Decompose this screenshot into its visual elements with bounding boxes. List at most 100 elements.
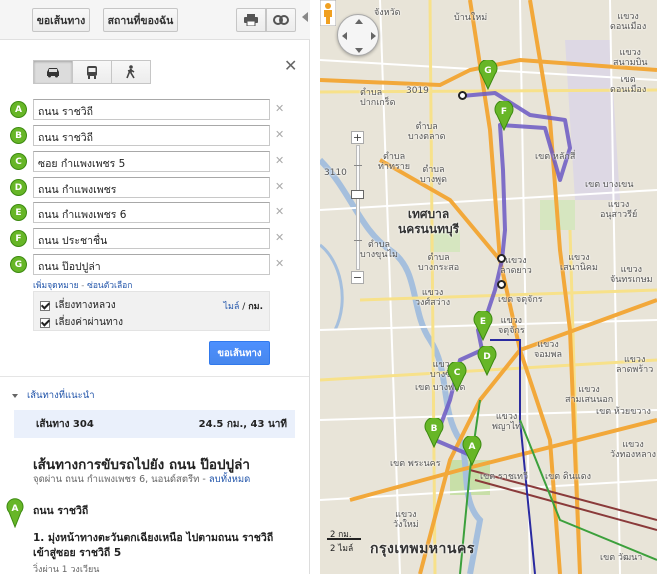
map-road-number: 3019: [406, 86, 429, 96]
link-icon: [273, 15, 289, 25]
print-button[interactable]: [236, 8, 266, 32]
collapse-panel-arrow-icon[interactable]: [302, 12, 308, 22]
unit-km-label: กม.: [248, 302, 263, 312]
remove-all-link[interactable]: ลบทั้งหมด: [209, 474, 250, 485]
walk-icon: [126, 65, 135, 79]
map-label: แขวง จันทรเกษม: [610, 265, 653, 285]
avoid-tolls-checkbox[interactable]: [40, 317, 50, 328]
waypoint-marker-icon[interactable]: A: [10, 101, 27, 118]
unit-miles-link[interactable]: ไมล์: [223, 302, 239, 312]
scale-mi: 2 ไมล์: [330, 544, 354, 554]
pin-letter: E: [480, 317, 486, 327]
remove-waypoint-icon[interactable]: ✕: [275, 154, 284, 167]
remove-waypoint-icon[interactable]: ✕: [275, 257, 284, 270]
zoom-slider-track[interactable]: [356, 145, 360, 270]
directions-panel: ขอเส้นทาง สถานที่ของฉัน ✕ A ถนน ราชวิถี …: [0, 0, 310, 574]
route-option[interactable]: เส้นทาง 304 24.5 กม., 43 นาที: [14, 410, 295, 438]
travel-mode-group: [33, 60, 151, 84]
car-icon: [47, 67, 59, 77]
via-point-handle[interactable]: [458, 91, 467, 100]
map-label: แขวง พญาไท: [492, 412, 522, 432]
top-toolbar: ขอเส้นทาง สถานที่ของฉัน: [0, 0, 310, 40]
get-directions-button[interactable]: ขอเส้นทาง: [209, 341, 270, 365]
via-point-handle[interactable]: [497, 254, 506, 263]
waypoint-row: E ถนน กำแพงเพชร 6 ✕: [10, 202, 290, 224]
map-pin-c-icon[interactable]: C: [447, 362, 467, 392]
map-label: ตำบล: [360, 88, 383, 98]
map-label: เขต ดอนเมือง: [610, 75, 647, 95]
suggested-routes-label: เส้นทางที่แนะนำ: [27, 390, 95, 401]
map-label: แขวง ดอนเมือง: [610, 12, 647, 32]
canal: [320, 243, 344, 331]
avoid-tolls-option[interactable]: เลี่ยงค่าผ่านทาง: [40, 315, 123, 330]
pin-letter: G: [484, 66, 491, 76]
zoom-in-button[interactable]: +: [351, 131, 364, 144]
waypoint-marker-icon[interactable]: C: [10, 153, 27, 170]
waypoint-input[interactable]: ถนน ป๊อปปูล่า: [33, 254, 270, 275]
link-button[interactable]: [266, 8, 296, 32]
panel-scrollbar[interactable]: [309, 40, 310, 574]
map-label: เขต หลักสี่: [535, 152, 576, 162]
waypoint-input[interactable]: ถนน ราชวิถี: [33, 99, 270, 120]
waypoint-marker-icon[interactable]: B: [10, 127, 27, 144]
remove-waypoint-icon[interactable]: ✕: [275, 231, 284, 244]
waypoint-input[interactable]: ซอย กำแพงเพชร 5: [33, 151, 270, 172]
avoid-highways-checkbox[interactable]: [40, 300, 50, 311]
map-pin-g-icon[interactable]: G: [478, 60, 498, 90]
expand-triangle-icon: [12, 393, 18, 398]
zoom-slider-handle[interactable]: [351, 190, 364, 199]
street-view-pegman-icon[interactable]: [320, 0, 336, 26]
map-label: แขวง จอมพล: [534, 340, 563, 360]
avoid-highways-label: เลี่ยงทางหลวง: [55, 300, 116, 311]
pin-letter: D: [483, 352, 490, 362]
remove-waypoint-icon[interactable]: ✕: [275, 102, 284, 115]
map-view[interactable]: จังหวัด บ้านใหม่ ตำบล ปากเกร็ด 3019 ตำบล…: [320, 0, 657, 574]
via-point-handle[interactable]: [497, 280, 506, 289]
map-label: แขวง สามเสนนอก: [565, 385, 614, 405]
waypoint-row: A ถนน ราชวิถี ✕: [10, 99, 290, 121]
route-summary: 24.5 กม., 43 นาที: [198, 418, 287, 430]
close-directions-icon[interactable]: ✕: [284, 56, 297, 75]
map-label: ตำบล บางพูด: [420, 165, 447, 185]
add-destination-row: เพิ่มจุดหมาย - ซ่อนตัวเลือก: [33, 278, 132, 292]
pin-letter: F: [501, 107, 507, 117]
mode-transit[interactable]: [73, 60, 112, 84]
suggested-routes-toggle[interactable]: เส้นทางที่แนะนำ: [12, 388, 95, 403]
pin-letter: C: [454, 368, 461, 378]
waypoint-marker-icon[interactable]: G: [10, 256, 27, 273]
directions-button[interactable]: ขอเส้นทาง: [32, 8, 90, 32]
remove-waypoint-icon[interactable]: ✕: [275, 128, 284, 141]
waypoint-row: G ถนน ป๊อปปูล่า ✕: [10, 254, 290, 276]
waypoint-marker-icon[interactable]: E: [10, 204, 27, 221]
add-destination-link[interactable]: เพิ่มจุดหมาย: [33, 281, 79, 291]
hide-options-link[interactable]: ซ่อนตัวเลือก: [87, 281, 132, 291]
waypoint-input[interactable]: ถนน กำแพงเพชร: [33, 177, 270, 198]
map-region-label: กรุงเทพมหานคร: [370, 541, 475, 557]
my-places-button[interactable]: สถานที่ของฉัน: [103, 8, 178, 32]
via-line: จุดผ่าน ถนน กำแพงเพชร 6, นอนด์สตรีท - ลบ…: [33, 472, 250, 487]
direction-step[interactable]: 1. มุ่งหน้าทางตะวันตกเฉียงเหนือ ไปตามถนน…: [33, 531, 278, 561]
map-pin-a-icon[interactable]: A: [462, 436, 482, 466]
mode-walking[interactable]: [112, 60, 151, 84]
map-label: เขต วัฒนา: [600, 553, 643, 563]
map-pin-e-icon[interactable]: E: [473, 311, 493, 341]
waypoint-marker-icon[interactable]: D: [10, 179, 27, 196]
direction-step-note: วิ่งผ่าน 1 วงเวียน: [33, 565, 100, 574]
map-pin-b-icon[interactable]: B: [424, 418, 444, 448]
zoom-out-button[interactable]: −: [351, 271, 364, 284]
map-pin-f-icon[interactable]: F: [494, 101, 514, 131]
via-text: จุดผ่าน ถนน กำแพงเพชร 6, นอนด์สตรีท -: [33, 474, 209, 485]
mode-driving[interactable]: [33, 60, 73, 84]
remove-waypoint-icon[interactable]: ✕: [275, 205, 284, 218]
pan-control[interactable]: [337, 14, 379, 56]
waypoint-input[interactable]: ถนน ประชาชื่น: [33, 228, 270, 249]
map-pin-d-icon[interactable]: D: [477, 346, 497, 376]
pin-letter: B: [431, 424, 438, 434]
avoid-highways-option[interactable]: เลี่ยงทางหลวง: [40, 298, 116, 313]
remove-waypoint-icon[interactable]: ✕: [275, 180, 284, 193]
waypoint-input[interactable]: ถนน กำแพงเพชร 6: [33, 202, 270, 223]
start-marker-icon: A: [6, 498, 24, 528]
waypoint-input[interactable]: ถนน ราชวิถี: [33, 125, 270, 146]
waypoint-marker-icon[interactable]: F: [10, 230, 27, 247]
route-name: เส้นทาง 304: [36, 418, 94, 430]
